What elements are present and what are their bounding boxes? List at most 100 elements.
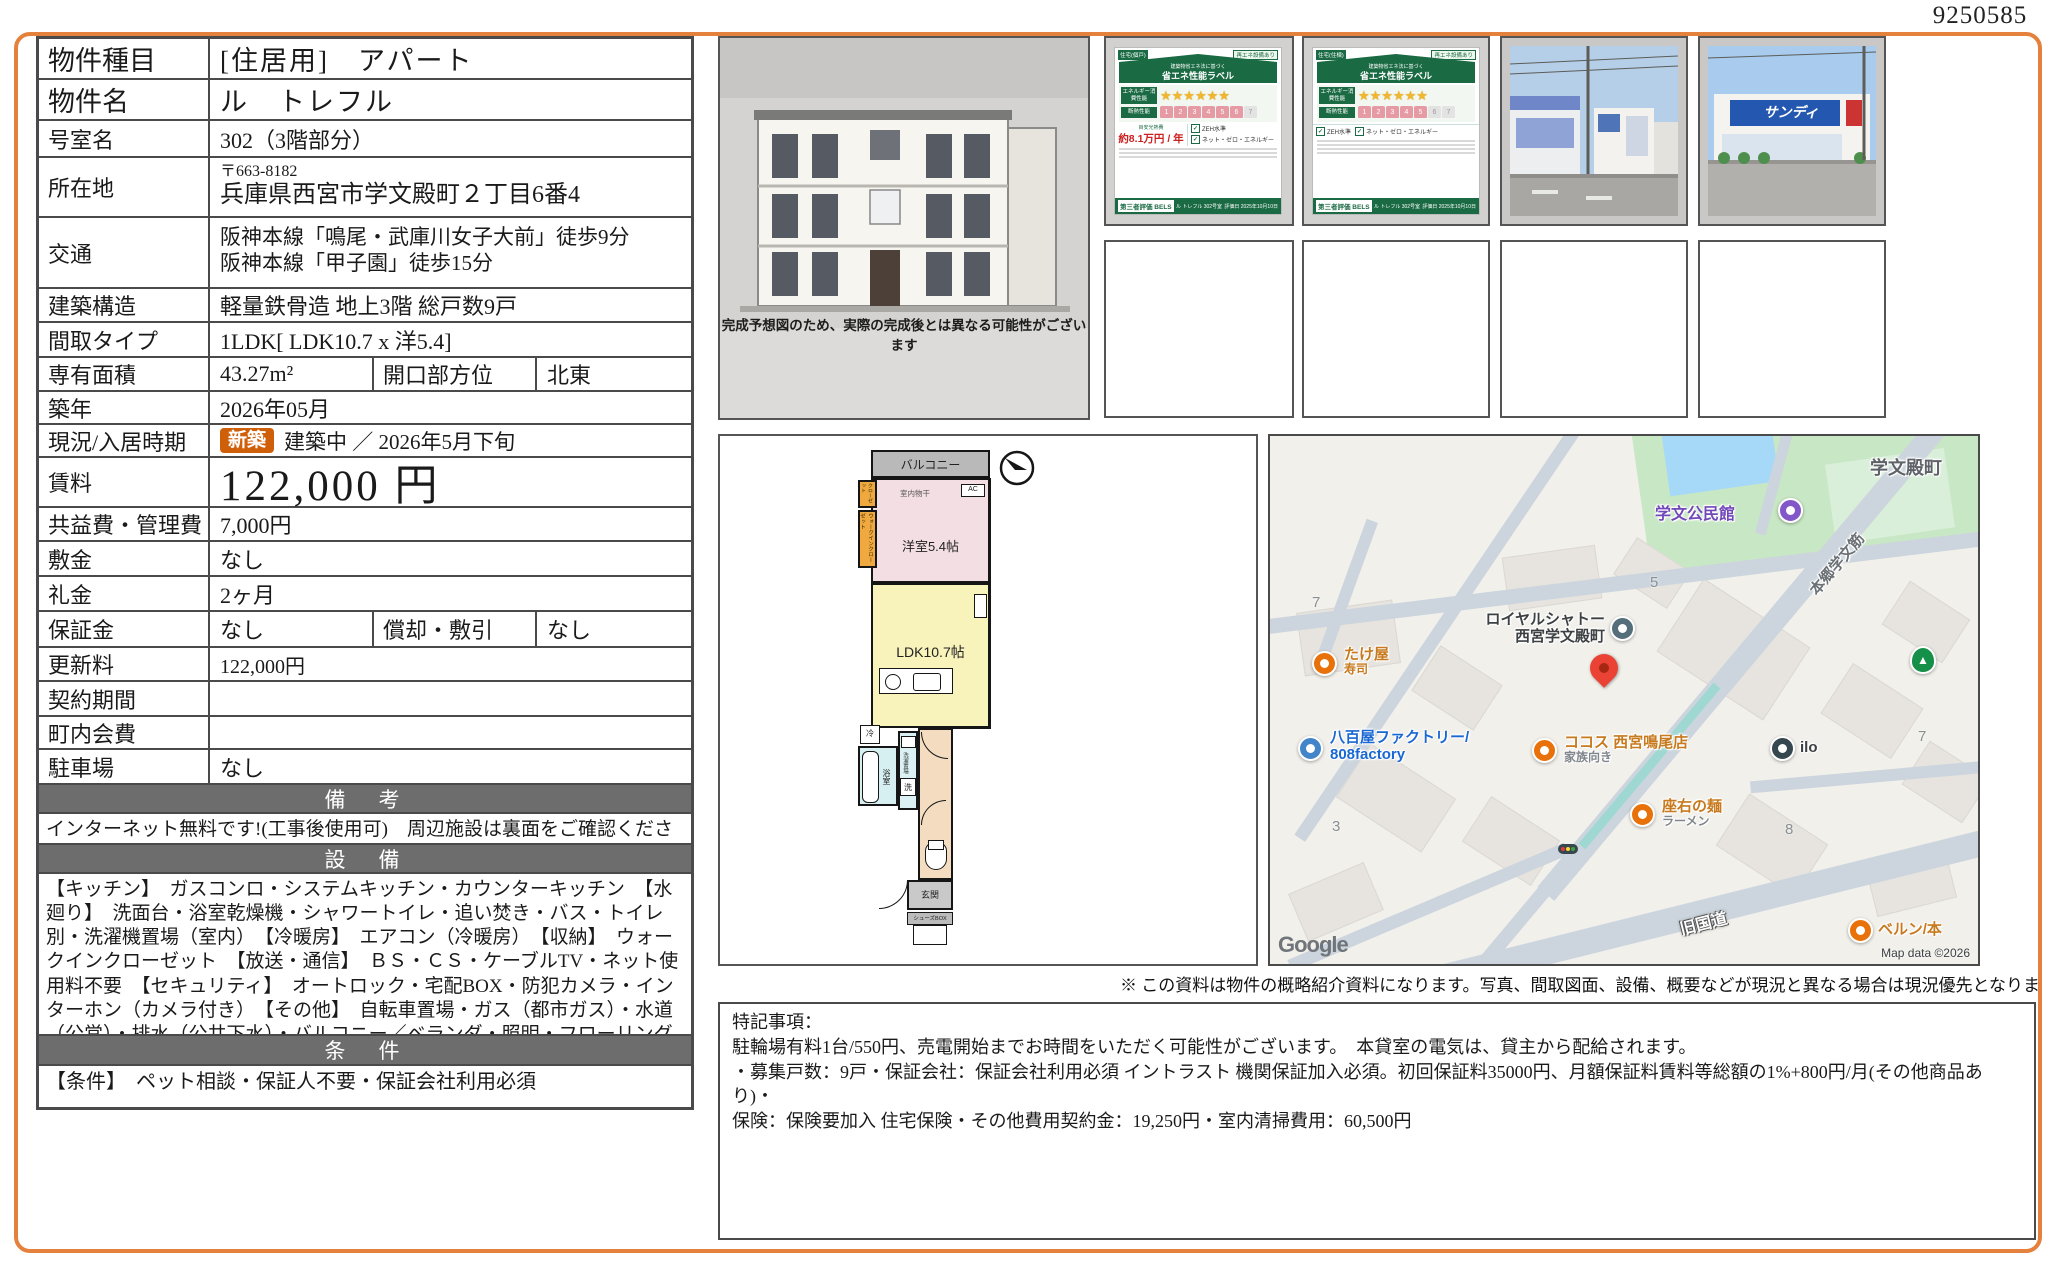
cocos-line2: 家族向き	[1564, 751, 1688, 765]
map-building	[1820, 663, 1923, 759]
block-number: 5	[1650, 574, 1658, 591]
block-number: 7	[1918, 728, 1926, 745]
field-label: 敷金	[39, 542, 210, 575]
traffic-light-icon	[1558, 844, 1578, 854]
vanity-sink-icon	[901, 736, 916, 748]
zeh-check: ZEH水準	[1202, 124, 1226, 133]
photo-slot-empty-4	[1698, 240, 1886, 418]
fine-print-texture	[1313, 140, 1479, 154]
ilo-label: ilo	[1800, 739, 1818, 756]
field-label: 築年	[39, 392, 210, 423]
field-value-2: なし	[537, 612, 691, 646]
bathtub-icon	[862, 751, 879, 803]
toilet-tank-icon	[928, 840, 944, 850]
postal-code: 〒663-8182	[220, 164, 297, 180]
bels-date: 評価日 2025年10月10日	[1224, 203, 1278, 210]
map-building	[1902, 741, 1980, 824]
yaoya-label: 八百屋ファクトリー/ 808factory	[1330, 729, 1469, 764]
table-row: 保証金 なし 償却・敷引 なし	[39, 612, 691, 648]
bels-date: 評価日 2025年10月10日	[1422, 203, 1476, 210]
field-label: 更新料	[39, 648, 210, 680]
ac-label: AC	[961, 486, 985, 493]
takeya-line1: たけ屋	[1344, 646, 1389, 663]
field-value: 2026年05月	[210, 392, 691, 423]
ldk-ac-unit	[974, 594, 987, 618]
insulation-scale: 1 2 3 4 5 6 7	[1160, 106, 1258, 118]
field-label: 共益費・管理費	[39, 508, 210, 540]
balcony-label: バルコニー	[871, 456, 990, 473]
community-center-label: 学文公民館	[1655, 506, 1735, 524]
bels-badge: 第三者評価 BELS	[1118, 200, 1174, 212]
closet-area: クローゼット	[858, 480, 877, 508]
field-value: 2ヶ月	[210, 577, 691, 610]
table-row: 所在地 〒663-8182 兵庫県西宮市学文殿町２丁目6番4	[39, 158, 691, 218]
field-value	[210, 682, 691, 715]
property-location-pin	[1584, 648, 1624, 688]
field-label: 交通	[39, 218, 210, 287]
bels-property: ル トレフル 302号室	[1374, 203, 1420, 210]
scale-4: 4	[1202, 106, 1215, 118]
block-number: 3	[1332, 818, 1340, 835]
cocos-line1: ココス 西宮鳴尾店	[1564, 734, 1688, 751]
scale-5: 5	[1216, 106, 1229, 118]
scale-3: 3	[1386, 106, 1399, 118]
remarks-text: インターネット無料です!(工事後使用可) 周辺施設は裏面をご確認ください。	[39, 814, 691, 845]
ldk-label: LDK10.7帖	[871, 642, 990, 662]
floorplan-panel: バルコニー 室内物干 AC 洋室5.4帖 クローゼット ウォークインクローゼット…	[718, 434, 1258, 966]
table-row: 築年 2026年05月	[39, 392, 691, 425]
block-number: 8	[1785, 821, 1793, 838]
table-row: 契約期間	[39, 682, 691, 717]
photo-energy-label-2: 住宅(住棟) 再エネ設備あり 建築物省エネ法に基づく 省エネ性能ラベル エネルギ…	[1302, 36, 1490, 226]
takeya-poi-icon	[1312, 651, 1337, 676]
fine-print-texture	[1115, 148, 1281, 158]
insulation-scale: 1 2 3 4 5 6 7	[1358, 106, 1456, 118]
block-number: 7	[1312, 594, 1320, 611]
zayu-line2: ラーメン	[1662, 815, 1722, 829]
special-notes-line1: 駐輪場有料1台/550円、売電開始までお時間をいただく可能性がございます。 本貸…	[732, 1035, 2022, 1060]
yaoya-line1: 八百屋ファクトリー/	[1330, 729, 1469, 746]
google-logo: Google	[1278, 932, 1348, 958]
scale-4: 4	[1400, 106, 1413, 118]
bern-poi-icon	[1848, 918, 1873, 943]
estimated-cost: 約8.1万円 / 年	[1115, 131, 1187, 146]
field-value: 7,000円	[210, 508, 691, 540]
energy-title: 省エネ性能ラベル	[1317, 71, 1475, 82]
cost-caption: 目安光熱費	[1115, 124, 1187, 131]
field-value: 1LDK[ LDK10.7 x 洋5.4]	[210, 323, 691, 356]
park-tree-icon: ▲	[1910, 646, 1936, 674]
conditions-header: 条 件	[39, 1036, 691, 1066]
ilo-poi-icon	[1770, 736, 1795, 761]
field-label: 物件種目	[39, 39, 210, 78]
yaoya-poi-icon	[1298, 736, 1323, 761]
equipment-header: 設 備	[39, 845, 691, 874]
royal-chateau-label: ロイヤルシャトー 西宮学文殿町	[1455, 611, 1605, 646]
entrance-door-arc	[879, 880, 908, 909]
street-photo-image	[1700, 38, 1884, 224]
field-value: ル トレフル	[210, 80, 691, 119]
property-flyer-page: 9250585 物件種目 [住居用] アパート 物件名 ル トレフル 号室名 3…	[0, 0, 2056, 1265]
photo-slot-empty-2	[1302, 240, 1490, 418]
field-label: 賃料	[39, 458, 210, 506]
special-notes-line2: ・募集戸数：9戸・保証会社：保証会社利用必須 イントラスト 機関保証加入必須。初…	[732, 1060, 2022, 1110]
indoor-drying-label: 室内物干	[875, 488, 955, 499]
bath-label: 浴室	[881, 760, 892, 794]
energy-row1-label: エネルギー消費性能	[1319, 87, 1355, 104]
energy-title: 省エネ性能ラベル	[1119, 71, 1277, 82]
photo-energy-label-1: 住宅(個戸) 再エネ設備あり 建築物省エネ法に基づく 省エネ性能ラベル エネルギ…	[1104, 36, 1294, 226]
address: 兵庫県西宮市学文殿町２丁目6番4	[220, 180, 580, 210]
bedroom-label: 洋室5.4帖	[871, 536, 990, 555]
walkin-closet-area: ウォークインクローゼット	[858, 510, 877, 568]
scale-7: 7	[1442, 106, 1455, 118]
location-map: 学文殿町 学文公民館 本郷学文筋 5 7 ロイヤルシャトー 西宮学文殿町 たけ屋…	[1268, 434, 1980, 966]
net-zero-check: ネット・ゼロ・エネルギー	[1202, 135, 1274, 144]
special-notes-title: 特記事項：	[732, 1010, 2022, 1035]
energy-row2-label: 断熱性能	[1121, 107, 1157, 118]
table-row: 町内会費	[39, 717, 691, 750]
field-value: 302（3階部分）	[210, 121, 691, 156]
zayu-poi-icon	[1630, 802, 1655, 827]
bels-badge: 第三者評価 BELS	[1316, 200, 1372, 212]
scale-2: 2	[1372, 106, 1385, 118]
field-label: 物件名	[39, 80, 210, 119]
scale-2: 2	[1174, 106, 1187, 118]
field-label-2: 開口部方位	[374, 358, 537, 390]
